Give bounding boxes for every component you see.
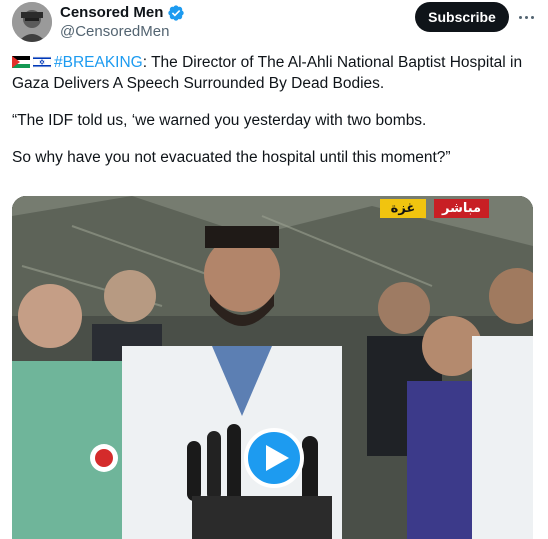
verified-badge-icon [167, 4, 185, 22]
avatar-photo-icon [12, 2, 52, 42]
location-badge: غزة [380, 199, 426, 218]
play-icon [266, 445, 289, 471]
author-display-name[interactable]: Censored Men [60, 3, 163, 23]
more-options-icon[interactable] [512, 4, 540, 30]
tweet: Censored Men @CensoredMen Subscribe #BRE [0, 0, 548, 539]
hashtag-link[interactable]: #BREAKING [54, 54, 143, 71]
tweet-text: #BREAKING: The Director of The Al-Ahli N… [12, 52, 538, 168]
author-name-row: Censored Men [60, 3, 185, 23]
video-media[interactable]: غزة مباشر [12, 196, 533, 539]
tweet-headline: #BREAKING: The Director of The Al-Ahli N… [12, 52, 538, 94]
quote-line-2: So why have you not evacuated the hospit… [12, 149, 451, 166]
author-avatar[interactable] [12, 2, 52, 42]
quote-line-1: “The IDF told us, ‘we warned you yesterd… [12, 112, 427, 129]
author-handle[interactable]: @CensoredMen [60, 22, 169, 42]
play-button[interactable] [244, 428, 304, 488]
israel-flag-icon [33, 56, 51, 68]
live-badge: مباشر [434, 199, 490, 218]
palestine-flag-icon [12, 56, 30, 68]
subscribe-button[interactable]: Subscribe [415, 2, 509, 32]
